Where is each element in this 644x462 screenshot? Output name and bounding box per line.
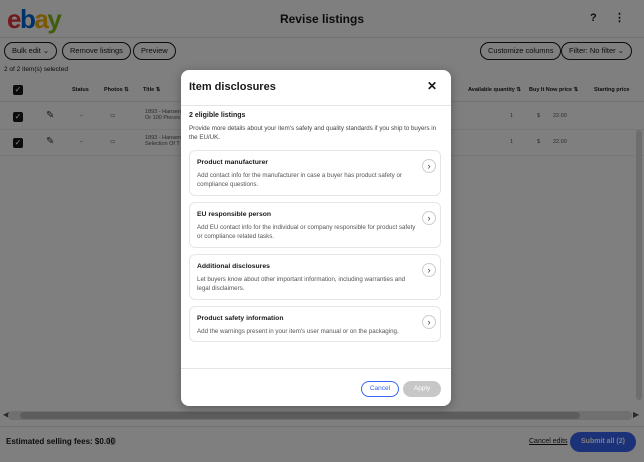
chevron-right-icon[interactable]: ›: [422, 211, 436, 225]
dialog-title: Item disclosures: [189, 81, 276, 93]
card-description: Add the warnings present in your item's …: [197, 328, 399, 335]
eu-responsible-person-card[interactable]: EU responsible person Add EU contact inf…: [189, 202, 441, 248]
product-manufacturer-card[interactable]: Product manufacturer Add contact info fo…: [189, 150, 441, 196]
dialog-header: Item disclosures ✕: [181, 70, 451, 106]
dialog-intro-text: Provide more details about your item's s…: [189, 125, 437, 141]
dialog-body: 2 eligible listings Provide more details…: [181, 106, 451, 368]
eligible-listings-count: 2 eligible listings: [189, 112, 246, 119]
chevron-right-icon[interactable]: ›: [422, 159, 436, 173]
apply-button[interactable]: Apply: [403, 381, 441, 397]
cancel-button[interactable]: Cancel: [361, 381, 399, 397]
item-disclosures-dialog: Item disclosures ✕ 2 eligible listings P…: [181, 70, 451, 406]
close-icon[interactable]: ✕: [427, 79, 437, 93]
dialog-footer: Cancel Apply: [181, 368, 451, 406]
card-title: Additional disclosures: [197, 263, 270, 270]
card-description: Add EU contact info for the individual o…: [197, 224, 416, 240]
card-description: Add contact info for the manufacturer in…: [197, 172, 402, 188]
card-description: Let buyers know about other important in…: [197, 276, 406, 292]
product-safety-information-card[interactable]: Product safety information Add the warni…: [189, 306, 441, 342]
card-title: Product safety information: [197, 315, 284, 322]
chevron-right-icon[interactable]: ›: [422, 315, 436, 329]
card-title: Product manufacturer: [197, 159, 269, 166]
card-title: EU responsible person: [197, 211, 272, 218]
additional-disclosures-card[interactable]: Additional disclosures Let buyers know a…: [189, 254, 441, 300]
chevron-right-icon[interactable]: ›: [422, 263, 436, 277]
